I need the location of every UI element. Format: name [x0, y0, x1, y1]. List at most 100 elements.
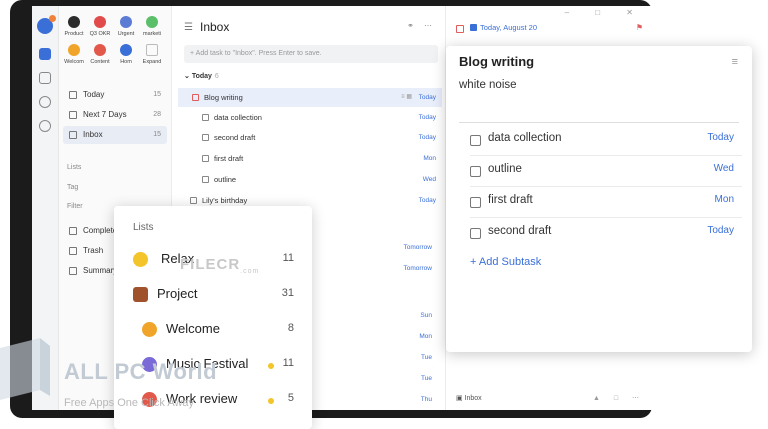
sidebar-item-count: 15	[153, 91, 161, 98]
subtask-date: Mon	[714, 194, 734, 205]
app-shortcut[interactable]: Welcom	[61, 44, 87, 65]
list-name: Welcome	[166, 321, 220, 336]
task-title[interactable]: Blog writing	[459, 54, 534, 69]
task-checkbox[interactable]	[202, 155, 209, 162]
sidebar-item-label: Inbox	[83, 130, 103, 139]
section-lists[interactable]: Lists	[67, 164, 81, 171]
due-date[interactable]: Today, August 20	[480, 23, 537, 32]
task-checkbox-icon[interactable]	[39, 48, 51, 60]
task-row[interactable]: first draft Mon	[178, 149, 442, 168]
app-shortcut[interactable]: Urgent	[113, 16, 139, 37]
app-shortcut[interactable]: Hom	[113, 44, 139, 65]
task-row[interactable]: second draft Today	[178, 128, 442, 147]
sidebar-item-inbox[interactable]: Inbox 15	[63, 126, 167, 144]
task-date: Tue	[421, 375, 432, 382]
watermark-subtext: .com	[240, 268, 260, 275]
task-date: Mon	[419, 333, 432, 340]
subtask-row[interactable]: outline Wed	[470, 155, 742, 187]
list-count: 11	[282, 357, 294, 369]
task-row[interactable]: data collection Today	[178, 108, 442, 127]
product-icon	[68, 16, 80, 28]
subtask-date: Today	[707, 225, 734, 236]
app-shortcut[interactable]: marketi	[139, 16, 165, 37]
subtask-title: second draft	[488, 225, 552, 237]
window-controls[interactable]: – □ ✕	[565, 8, 645, 17]
task-date: Mon	[423, 155, 436, 162]
list-color-dot	[268, 398, 274, 404]
briefcase-icon	[133, 287, 148, 302]
flag-icon[interactable]: ⚑	[636, 23, 643, 32]
sidebar-item-label: Trash	[83, 246, 104, 255]
task-row[interactable]: Blog writing ≡ ▦ Today	[178, 88, 442, 107]
task-detail-card: Blog writing ≡ white noise data collecti…	[446, 46, 752, 352]
task-row[interactable]: outline Wed	[178, 170, 442, 189]
subtask-indicator-icon: ≡ ▦	[401, 94, 412, 100]
subtask-checkbox[interactable]	[470, 228, 481, 239]
task-title: outline	[214, 175, 237, 184]
menu-icon[interactable]: ≡	[732, 56, 738, 68]
clock-icon[interactable]	[39, 96, 51, 108]
page-title: Inbox	[200, 20, 230, 34]
task-date: Today	[418, 197, 436, 204]
task-date: Sun	[420, 312, 432, 319]
list-toolbar[interactable]: ⚭ ⋯	[407, 21, 436, 30]
list-color-dot	[268, 363, 274, 369]
group-count: 6	[214, 73, 219, 80]
task-date: Wed	[422, 176, 436, 183]
sidebar-item-today[interactable]: Today 15	[63, 86, 167, 104]
task-checkbox[interactable]	[190, 197, 197, 204]
subtask-checkbox[interactable]	[470, 135, 481, 146]
sidebar-item-label: Today	[83, 90, 105, 99]
expand-button[interactable]: Expand	[139, 44, 165, 65]
section-filter[interactable]: Filter	[67, 203, 83, 210]
app-shortcut[interactable]: Content	[87, 44, 113, 65]
group-label: Today	[191, 73, 212, 80]
add-task-input[interactable]: + Add task to "Inbox". Press Enter to sa…	[184, 45, 438, 63]
subtask-checkbox[interactable]	[470, 166, 481, 177]
calendar-icon[interactable]	[39, 72, 51, 84]
task-checkbox[interactable]	[202, 134, 209, 141]
app-shortcut[interactable]: Product	[61, 16, 87, 37]
watermark-filecr: FILECR.com	[180, 256, 259, 275]
task-date: Tomorrow	[403, 244, 432, 251]
task-checkbox[interactable]	[202, 114, 209, 121]
trash-icon	[69, 247, 77, 255]
task-title: Blog writing	[204, 93, 243, 102]
search-icon[interactable]	[39, 120, 51, 132]
detail-footer-list[interactable]: ▣ Inbox	[456, 394, 482, 402]
subtask-row[interactable]: data collection Today	[470, 124, 742, 156]
footer-tools[interactable]: ▲ □ ⋯	[593, 394, 645, 402]
sidebar-item-count: 28	[153, 111, 161, 118]
summary-icon	[69, 267, 77, 275]
app-shortcut[interactable]: Q3 OKR	[87, 16, 113, 37]
list-item[interactable]: Project 31	[114, 278, 312, 312]
menu-icon[interactable]: ☰	[184, 22, 193, 33]
list-count: 5	[287, 392, 294, 404]
list-count: 31	[281, 287, 294, 299]
avatar[interactable]	[37, 15, 56, 34]
task-checkbox[interactable]	[192, 94, 199, 101]
welcome-emoji-icon	[142, 322, 157, 337]
urgent-icon	[120, 16, 132, 28]
list-item[interactable]: Welcome 8	[114, 313, 312, 347]
subtask-row[interactable]: first draft Mon	[470, 186, 742, 218]
task-checkbox[interactable]	[202, 176, 209, 183]
subtask-checkbox[interactable]	[470, 197, 481, 208]
list-name: Project	[157, 286, 198, 301]
marketing-icon	[146, 16, 158, 28]
task-note[interactable]: white noise	[459, 79, 517, 91]
app-label: Urgent	[117, 31, 135, 37]
group-header-today[interactable]: ⌄ Today 6	[184, 72, 219, 80]
subtask-date: Today	[707, 132, 734, 143]
detail-checkbox[interactable]	[456, 25, 464, 33]
task-date: Today	[418, 114, 436, 121]
subtask-row[interactable]: second draft Today	[470, 217, 742, 248]
popup-title: Lists	[133, 222, 154, 233]
list-count: 8	[287, 322, 294, 334]
section-tag[interactable]: Tag	[67, 184, 78, 191]
watermark-tagline: Free Apps One Click Away	[64, 397, 195, 409]
sidebar-item-next-7-days[interactable]: Next 7 Days 28	[63, 106, 167, 124]
add-subtask-button[interactable]: + Add Subtask	[470, 256, 541, 268]
app-label: Welcom	[64, 59, 84, 65]
watermark-brand: ALL PC World	[64, 359, 218, 384]
